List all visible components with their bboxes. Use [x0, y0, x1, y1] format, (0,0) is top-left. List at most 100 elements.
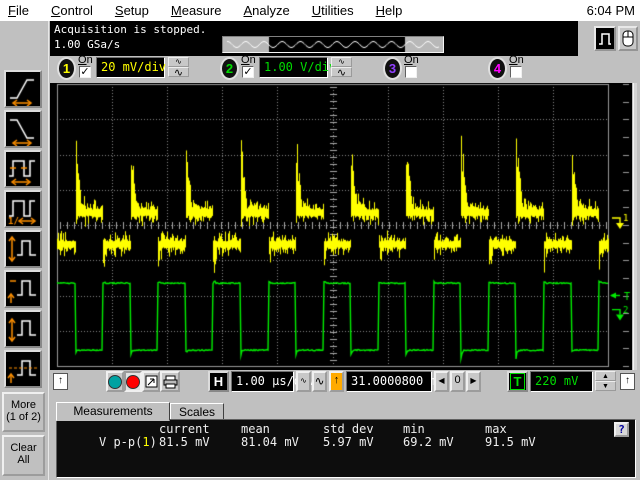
measurement-mean: 81.04 mV	[241, 435, 299, 449]
menu-utilities[interactable]: Utilities	[312, 3, 354, 18]
col-mean: mean	[241, 422, 270, 436]
channel-1-fine-button[interactable]: ∿	[168, 57, 189, 67]
measurement-source-channel: 1	[142, 435, 149, 449]
menu-file[interactable]: File	[8, 3, 29, 18]
channel-4-on-label: On	[509, 54, 524, 66]
frequency-icon	[6, 192, 40, 226]
channel-2-scale-display[interactable]: 1.00 V/div	[259, 57, 328, 78]
clear-all-label: All	[17, 454, 29, 466]
plus-width-button[interactable]	[4, 150, 42, 188]
timebase-fine-button[interactable]: ∿	[296, 371, 311, 392]
menu-bar: File Control Setup Measure Analyze Utili…	[0, 0, 640, 21]
trigger-level-up-button[interactable]: ▲	[595, 371, 616, 381]
vamplitude-button[interactable]	[4, 310, 42, 348]
mouse-settings-button[interactable]	[618, 26, 638, 51]
expand-left-button[interactable]: ↑	[53, 373, 68, 390]
stop-button[interactable]	[124, 371, 142, 392]
run-icon	[108, 375, 122, 389]
menu-analyze[interactable]: Analyze	[243, 3, 289, 18]
col-max: max	[485, 422, 507, 436]
mouse-icon	[621, 29, 635, 48]
clear-all-button[interactable]: Clear All	[2, 435, 45, 476]
more-measurements-button[interactable]: More (1 of 2)	[2, 392, 45, 432]
channel-1-on-label: On	[78, 54, 93, 66]
rise-time-icon	[6, 72, 40, 106]
channel-1-coarse-button[interactable]: ∿	[168, 67, 189, 77]
sample-rate: 1.00 GSa/s	[54, 38, 120, 51]
menu-setup[interactable]: Setup	[115, 3, 149, 18]
channel-2-on-checkbox[interactable]: ✓	[242, 66, 254, 78]
display-right-edge	[633, 83, 637, 370]
channel-1-button[interactable]: 1	[57, 57, 76, 80]
more-label: More	[11, 399, 36, 411]
run-button[interactable]	[106, 371, 124, 392]
channel-2-number: 2	[226, 61, 233, 76]
menu-help[interactable]: Help	[376, 3, 403, 18]
measurement-current: 81.5 mV	[159, 435, 210, 449]
channel-1-on-checkbox[interactable]: ✓	[79, 66, 91, 78]
waveform-position-scrollbar[interactable]	[222, 36, 444, 53]
vaverage-button[interactable]	[4, 350, 42, 388]
stop-icon	[126, 375, 140, 389]
clock: 6:04 PM	[587, 3, 635, 18]
trigger-level-down-button[interactable]: ▼	[595, 381, 616, 391]
delay-left-button[interactable]: ◀	[434, 371, 449, 392]
channel-1-scale-spinner: ∿ ∿	[168, 57, 189, 78]
v-amplitude-icon	[6, 312, 40, 346]
expand-right-button[interactable]: ↑	[620, 373, 635, 390]
fall-time-icon	[6, 112, 40, 146]
t-label: T	[510, 373, 526, 390]
waveform-display[interactable]	[50, 83, 632, 370]
horizontal-setup-button[interactable]: H	[208, 371, 229, 392]
more-page-label: (1 of 2)	[6, 411, 41, 423]
channel-4-on-checkbox[interactable]	[510, 66, 522, 78]
export-icon	[145, 375, 158, 388]
trigger-setup-button[interactable]: T	[507, 371, 528, 392]
v-average-icon	[6, 352, 40, 386]
frequency-button[interactable]	[4, 190, 42, 228]
printer-icon	[163, 375, 178, 389]
channel-1-scale-display[interactable]: 20 mV/div	[96, 57, 165, 78]
timebase-display[interactable]: 1.00 µs/div	[231, 371, 294, 392]
measurement-min: 69.2 mV	[403, 435, 454, 449]
menu-control[interactable]: Control	[51, 3, 93, 18]
rise-time-button[interactable]	[4, 70, 42, 108]
help-button[interactable]: ?	[614, 422, 629, 437]
fall-time-button[interactable]	[4, 110, 42, 148]
menu-measure[interactable]: Measure	[171, 3, 222, 18]
v-peak-peak-icon	[6, 232, 40, 266]
delay-zero-button[interactable]: 0	[450, 371, 465, 392]
measurements-panel: current mean std dev min max V p-p(1) 81…	[56, 419, 636, 478]
channel-4-button[interactable]: 4	[488, 57, 507, 80]
delay-right-button[interactable]: ▶	[466, 371, 481, 392]
trigger-position-button[interactable]: ↑	[329, 371, 344, 392]
measurement-max: 91.5 mV	[485, 435, 536, 449]
timebase-coarse-button[interactable]: ∿	[312, 371, 327, 392]
channel-2-coarse-button[interactable]: ∿	[331, 67, 352, 77]
print-button[interactable]	[160, 371, 180, 392]
measure-toolbar: More (1 of 2) Clear All	[0, 21, 49, 480]
channel-2-button[interactable]: 2	[220, 57, 239, 80]
measurement-name: V p-p(1)	[99, 435, 157, 449]
channel-2-on-label: On	[241, 54, 256, 66]
col-std-dev: std dev	[323, 422, 374, 436]
channel-4-number: 4	[494, 61, 501, 76]
trigger-level-display[interactable]: 220 mV	[530, 371, 593, 392]
vpp-button[interactable]	[4, 230, 42, 268]
waveform-canvas	[50, 83, 632, 370]
measurement-std-dev: 5.97 mV	[323, 435, 374, 449]
delay-display[interactable]: 31.0000800 ms	[346, 371, 432, 392]
channel-3-button[interactable]: 3	[383, 57, 402, 80]
v-top-icon	[6, 272, 40, 306]
waveform-overview	[223, 37, 443, 52]
col-current: current	[159, 422, 210, 436]
vtop-button[interactable]	[4, 270, 42, 308]
pulse-shape-button[interactable]	[594, 26, 616, 51]
tab-measurements[interactable]: Measurements	[56, 402, 170, 421]
h-label: H	[214, 374, 223, 389]
acquisition-status: Acquisition is stopped.	[54, 23, 206, 36]
channel-3-on-label: On	[404, 54, 419, 66]
channel-2-fine-button[interactable]: ∿	[331, 57, 352, 67]
channel-3-on-checkbox[interactable]	[405, 66, 417, 78]
export-button[interactable]	[142, 371, 160, 392]
